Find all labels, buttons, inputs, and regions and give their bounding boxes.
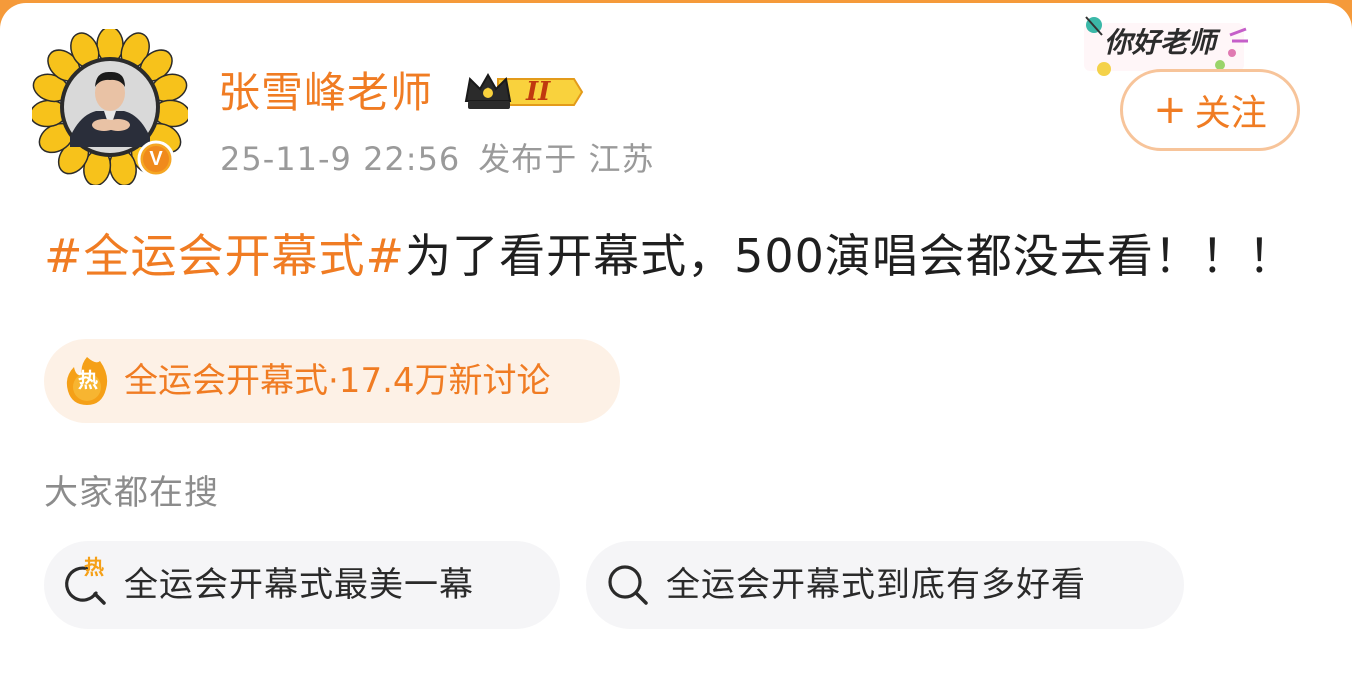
hot-topic-label: 全运会开幕式·17.4万新讨论: [124, 361, 551, 401]
greeting-sticker-text: 你好老师: [1104, 26, 1217, 59]
trending-search-title: 大家都在搜: [44, 473, 219, 513]
trending-search-item[interactable]: 全运会开幕式到底有多好看: [586, 541, 1184, 629]
trending-search-label: 全运会开幕式最美一幕: [124, 565, 474, 605]
trending-search-label: 全运会开幕式到底有多好看: [666, 565, 1086, 605]
hot-search-badge: 热: [84, 555, 104, 579]
hot-badge-text: 热: [78, 368, 98, 392]
plus-icon: +: [1153, 87, 1187, 133]
post-hashtag-link[interactable]: #全运会开幕式#: [44, 229, 405, 283]
crown-level-text: II: [526, 77, 551, 107]
avatar[interactable]: V: [32, 29, 188, 185]
search-icon: [608, 565, 648, 605]
trending-search-item[interactable]: 热 全运会开幕式最美一幕: [44, 541, 560, 629]
post-timestamp: 25-11-9 22:56: [220, 140, 461, 178]
follow-label: 关注: [1194, 93, 1267, 134]
hot-topic-pill[interactable]: 热 全运会开幕式·17.4万新讨论: [44, 339, 620, 423]
follow-button[interactable]: + 关注: [1120, 69, 1300, 151]
verified-badge-letter: V: [149, 148, 163, 170]
post-content: #全运会开幕式#为了看开幕式，500演唱会都没去看！！！: [44, 225, 1295, 287]
post-location: 发布于 江苏: [478, 140, 655, 178]
crown-icon: [464, 72, 584, 109]
post-meta: 25-11-9 22:56 发布于 江苏: [220, 135, 654, 183]
crown-level-badge[interactable]: II: [462, 69, 584, 115]
post-body: 为了看开幕式，500演唱会都没去看！！！: [405, 229, 1295, 283]
username[interactable]: 张雪峰老师: [218, 65, 433, 121]
post-card: V 张雪峰老师 II 25-11-9 22:56 发布于 江苏 你好老师 + 关注…: [0, 3, 1352, 692]
